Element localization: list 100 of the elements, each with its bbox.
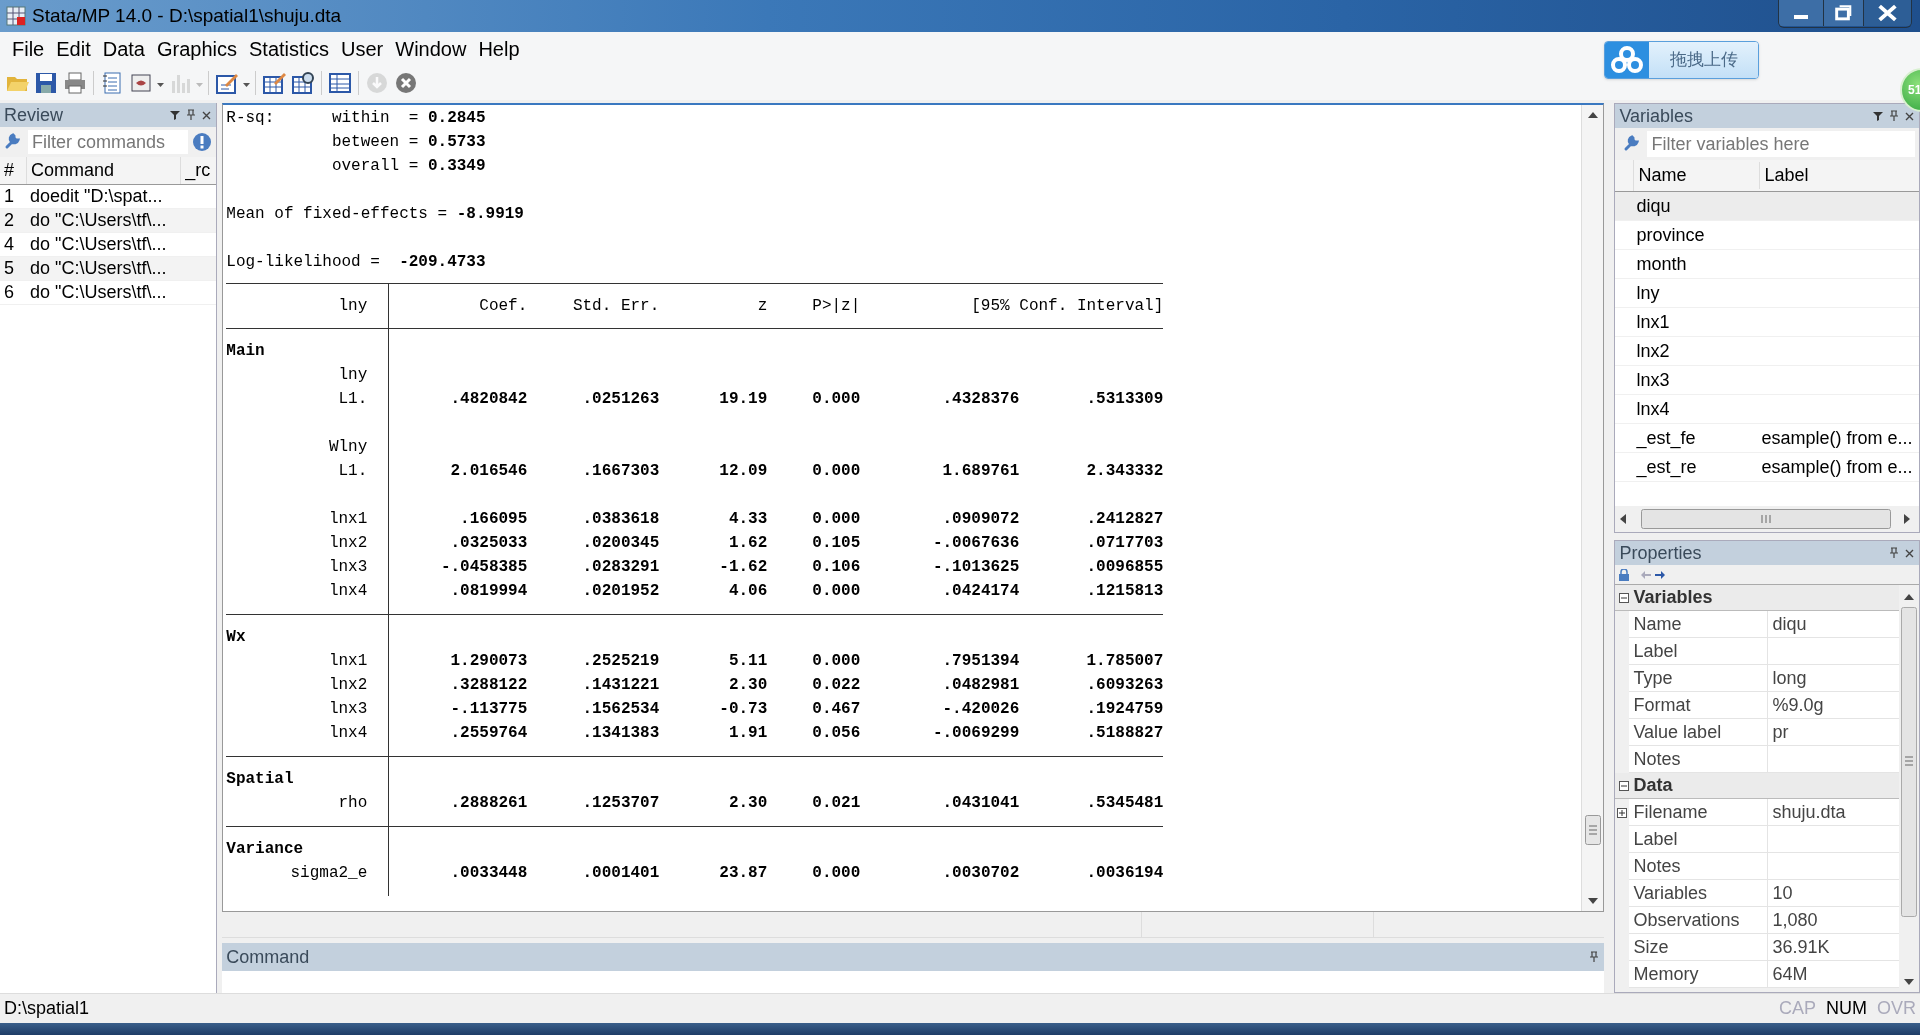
table-cell-text: .0251263 (582, 389, 660, 410)
row-label: lnx1 (328, 651, 368, 672)
review-row[interactable]: 2 do "C:\Users\tf\... (0, 209, 217, 233)
property-name: Label (1629, 826, 1769, 853)
upload-button[interactable]: 拖拽上传 (1604, 41, 1759, 79)
table-cell-text: .0001401 (582, 863, 660, 884)
up-arrow-icon[interactable] (1904, 593, 1914, 601)
table-cell-text: -1.62 (719, 557, 768, 578)
close-icon[interactable] (1863, 0, 1911, 26)
property-name: Variables (1629, 880, 1769, 907)
table-cell-text: .5188827 (1086, 723, 1164, 744)
vertical-scrollbar[interactable] (1581, 105, 1604, 912)
table-cell-text: 4.06 (728, 581, 768, 602)
restore-icon[interactable] (1823, 0, 1863, 26)
collapse-icon[interactable] (1619, 780, 1630, 791)
menu-item[interactable]: Data (96, 34, 151, 64)
column-header: Std. Err. (572, 296, 660, 317)
property-value: %9.0g (1768, 692, 1899, 719)
column-header[interactable]: Label (1760, 162, 1919, 189)
right-arrow-icon[interactable] (1903, 514, 1911, 524)
property-name: Format (1629, 692, 1769, 719)
close-icon[interactable] (201, 109, 213, 121)
column-header[interactable]: Name (1634, 162, 1761, 189)
info-icon[interactable] (192, 132, 213, 152)
panel-title: Review (4, 103, 65, 127)
forward-arrow-icon[interactable] (1655, 570, 1666, 579)
filter-icon[interactable] (169, 109, 182, 121)
pencil-document-icon[interactable] (215, 71, 239, 95)
pencil-grid-icon[interactable] (262, 71, 286, 95)
menu-item[interactable]: User (335, 34, 390, 64)
property-name: Filename (1629, 799, 1769, 826)
pin-icon[interactable] (1588, 951, 1601, 964)
group-title: Data (1633, 774, 1673, 797)
close-icon[interactable] (1904, 547, 1915, 559)
table-cell-text: -.420026 (942, 699, 1020, 720)
review-row[interactable]: 5 do "C:\Users\tf\... (0, 257, 217, 281)
property-value: 36.91K (1768, 934, 1899, 961)
left-arrow-icon[interactable] (1619, 514, 1628, 524)
pin-icon[interactable] (1888, 110, 1900, 122)
notebook-icon[interactable] (100, 71, 124, 95)
table-cell-text: -.1013625 (932, 557, 1020, 578)
property-name: Observations (1629, 907, 1769, 934)
property-value: 1,080 (1768, 907, 1899, 934)
expand-icon[interactable] (1617, 807, 1628, 818)
magnifier-grid-icon[interactable] (291, 71, 315, 95)
table-cell-text: .2412827 (1086, 509, 1164, 530)
scroll-thumb-icon[interactable] (1641, 509, 1892, 529)
x-circle-icon[interactable] (394, 71, 418, 95)
property-value: shuju.dta (1768, 799, 1899, 826)
table-cell-text: .0431041 (942, 793, 1020, 814)
minimize-icon[interactable] (1779, 0, 1823, 26)
close-icon[interactable] (1904, 110, 1915, 122)
table-cell-text: .0096855 (1086, 557, 1164, 578)
table-cell-text: 5.11 (728, 651, 768, 672)
lock-icon[interactable] (1619, 568, 1630, 581)
menu-item[interactable]: Statistics (243, 34, 335, 64)
row-label: sigma2_e (290, 863, 368, 884)
table-cell-text: -.0067636 (932, 533, 1020, 554)
table-cell-text: 2.016546 (450, 461, 528, 482)
table-cell-text: .5345481 (1086, 793, 1164, 814)
table-cell-text: .1341383 (582, 723, 660, 744)
menu-item[interactable]: Edit (50, 34, 97, 64)
menu-item[interactable]: Help (472, 34, 526, 64)
up-arrow-icon[interactable] (1587, 111, 1598, 119)
horizontal-scrollbar[interactable] (1615, 506, 1919, 532)
filter-field[interactable]: Filter variables here (1647, 131, 1915, 157)
table-cell-text: 0.105 (812, 533, 861, 554)
down-arrow-icon[interactable] (1587, 897, 1598, 906)
menu-item[interactable]: Window (389, 34, 473, 64)
table-cell-text: .1562534 (582, 699, 660, 720)
menu-item[interactable]: File (6, 34, 51, 64)
collapse-icon[interactable] (1619, 592, 1630, 603)
table-cell-text: .0030702 (942, 863, 1020, 884)
scroll-thumb-icon[interactable] (1901, 607, 1917, 917)
menu-item[interactable]: Graphics (150, 34, 243, 64)
property-name: Value label (1629, 719, 1769, 746)
table-cell-text: .5313309 (1086, 389, 1164, 410)
command-input[interactable] (222, 971, 1605, 993)
row-label: rho (338, 793, 368, 814)
filter-icon[interactable] (1872, 110, 1884, 122)
pin-icon[interactable] (185, 109, 198, 121)
column-header[interactable]: # (0, 157, 26, 184)
down-arrow-icon[interactable] (1904, 978, 1914, 986)
column-header[interactable]: _rc (180, 157, 217, 184)
table-cell-text: 0.000 (812, 461, 861, 482)
table-icon[interactable] (328, 71, 352, 95)
scroll-thumb-icon[interactable] (1584, 815, 1601, 846)
table-cell-text: .2525219 (582, 651, 660, 672)
row-label: lnx1 (328, 509, 368, 530)
table-cell-text: 0.467 (812, 699, 861, 720)
filter-field[interactable]: Filter commands (28, 130, 189, 154)
save-icon[interactable] (34, 71, 58, 95)
column-header[interactable]: Command (26, 157, 181, 184)
pin-icon[interactable] (1888, 547, 1900, 559)
printer-icon[interactable] (63, 71, 87, 95)
result-label: R-sq: (226, 108, 276, 129)
property-value: 64M (1768, 961, 1899, 988)
variable-row[interactable]: diqu (1615, 192, 1919, 221)
eye-window-icon[interactable] (129, 71, 153, 95)
table-cell-text: .0909072 (942, 509, 1020, 530)
